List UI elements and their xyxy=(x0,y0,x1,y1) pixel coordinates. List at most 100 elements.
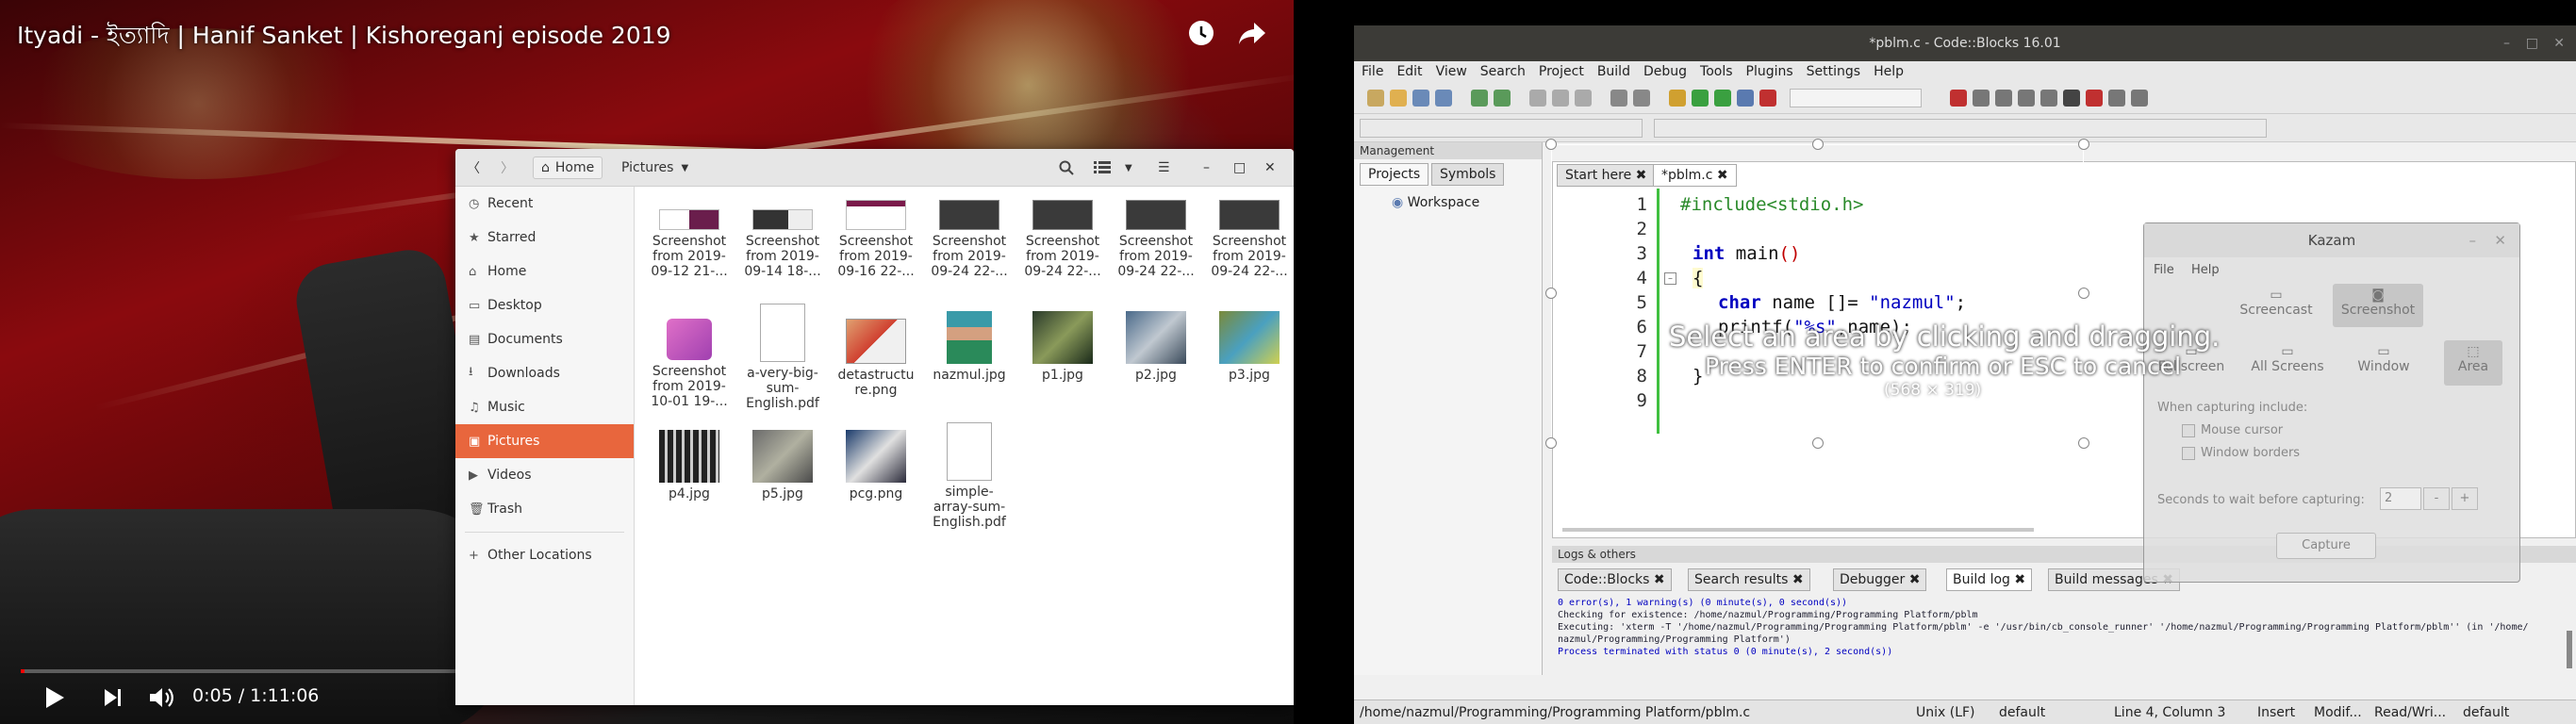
menu-help[interactable]: Help xyxy=(1874,64,1904,79)
debug-windows-icon[interactable] xyxy=(2108,90,2125,107)
sidebar-item-desktop[interactable]: ▭ Desktop xyxy=(455,288,634,322)
copy-icon[interactable] xyxy=(1552,90,1569,107)
file-item[interactable]: p5.jpg xyxy=(737,430,828,502)
find-icon[interactable] xyxy=(1610,90,1627,107)
vertical-scrollbar[interactable] xyxy=(2567,631,2572,668)
symbol-select[interactable] xyxy=(1654,119,2267,138)
play-icon[interactable] xyxy=(36,679,74,716)
tab-debugger[interactable]: Debugger ✖ xyxy=(1833,568,1927,591)
open-icon[interactable] xyxy=(1390,90,1407,107)
sidebar-item-videos[interactable]: ▶ Videos xyxy=(455,458,634,492)
new-file-icon[interactable] xyxy=(1367,90,1384,107)
tab-build-log[interactable]: Build log ✖ xyxy=(1946,568,2033,591)
close-icon[interactable]: ✖ xyxy=(1654,572,1665,587)
menu-plugins[interactable]: Plugins xyxy=(1746,64,1793,79)
undo-icon[interactable] xyxy=(1471,90,1488,107)
close-icon[interactable]: ✖ xyxy=(1909,572,1921,587)
file-item[interactable]: Screenshot from 2019- 10-01 19-... xyxy=(644,319,735,409)
tab-projects[interactable]: Projects xyxy=(1360,163,1429,186)
volume-icon[interactable] xyxy=(143,679,181,716)
sidebar-item-home[interactable]: ⌂ Home xyxy=(455,255,634,288)
save-icon[interactable] xyxy=(1412,90,1429,107)
tab-search-results[interactable]: Search results ✖ xyxy=(1688,568,1810,591)
decrement-button[interactable]: - xyxy=(2423,487,2450,510)
sidebar-item-recent[interactable]: ◷ Recent xyxy=(455,187,634,221)
cut-icon[interactable] xyxy=(1529,90,1546,107)
file-item[interactable]: p3.jpg xyxy=(1204,311,1294,383)
minimize-icon[interactable]: – xyxy=(2469,223,2477,257)
menu-view[interactable]: View xyxy=(1436,64,1467,79)
resize-handle[interactable] xyxy=(1545,139,1557,150)
file-item[interactable]: Screenshot from 2019- 09-14 18-... xyxy=(737,200,828,279)
maximize-icon[interactable]: □ xyxy=(1233,156,1246,179)
file-item[interactable]: a-very-big-sum- English.pdf xyxy=(737,304,828,411)
close-icon[interactable]: ✕ xyxy=(1264,156,1276,179)
increment-button[interactable]: + xyxy=(2452,487,2478,510)
selection-rectangle[interactable] xyxy=(1551,144,2084,443)
workspace-node[interactable]: ◉ Workspace xyxy=(1392,195,1479,210)
menu-project[interactable]: Project xyxy=(1539,64,1584,79)
next-instruction-icon[interactable] xyxy=(2040,90,2057,107)
resize-handle[interactable] xyxy=(1812,437,1824,449)
file-item[interactable]: pcg.png xyxy=(831,430,921,502)
save-all-icon[interactable] xyxy=(1435,90,1452,107)
share-icon[interactable] xyxy=(1233,14,1271,52)
back-button[interactable]: 〈 xyxy=(467,156,480,179)
menu-build[interactable]: Build xyxy=(1597,64,1630,79)
file-item[interactable]: nazmul.jpg xyxy=(924,311,1015,383)
video-title[interactable]: Ityadi - ইত্যাদি | Hanif Sanket | Kishor… xyxy=(17,17,671,58)
resize-handle[interactable] xyxy=(1545,288,1557,299)
file-item[interactable]: Screenshot from 2019- 09-16 22-... xyxy=(831,200,921,279)
stop-debug-icon[interactable] xyxy=(2086,90,2103,107)
sidebar-item-pictures[interactable]: ▣ Pictures xyxy=(455,424,634,458)
file-item[interactable]: Screenshot from 2019- 09-12 21-... xyxy=(644,200,735,279)
sidebar-item-documents[interactable]: ▤ Documents xyxy=(455,322,634,356)
file-item[interactable]: Screenshot from 2019- 09-24 22-... xyxy=(1204,200,1294,279)
resize-handle[interactable] xyxy=(2078,288,2089,299)
file-item[interactable]: Screenshot from 2019- 09-24 22-... xyxy=(924,200,1015,279)
menu-edit[interactable]: Edit xyxy=(1396,64,1422,79)
build-icon[interactable] xyxy=(1669,90,1686,107)
mouse-cursor-checkbox[interactable]: Mouse cursor xyxy=(2182,423,2283,437)
window-borders-checkbox[interactable]: Window borders xyxy=(2182,446,2300,460)
screencast-button[interactable]: ▭ Screencast xyxy=(2238,288,2314,318)
horizontal-scrollbar[interactable] xyxy=(1562,528,2034,532)
scope-select[interactable] xyxy=(1360,119,1643,138)
rebuild-icon[interactable] xyxy=(1737,90,1754,107)
minimize-icon[interactable]: – xyxy=(1203,156,1210,179)
resize-handle[interactable] xyxy=(1812,139,1824,150)
tab-codeblocks-log[interactable]: Code::Blocks ✖ xyxy=(1558,568,1672,591)
close-icon[interactable]: ✖ xyxy=(2014,572,2025,587)
sidebar-item-starred[interactable]: ★ Starred xyxy=(455,221,634,255)
pause-icon[interactable] xyxy=(2063,90,2080,107)
file-item[interactable]: p1.jpg xyxy=(1017,311,1108,383)
maximize-icon[interactable]: □ xyxy=(2526,25,2538,61)
sidebar-item-music[interactable]: ♫ Music xyxy=(455,390,634,424)
step-out-icon[interactable] xyxy=(2018,90,2035,107)
menu-search[interactable]: Search xyxy=(1480,64,1526,79)
resize-handle[interactable] xyxy=(1545,437,1557,449)
debug-icon[interactable] xyxy=(1950,90,1967,107)
file-item[interactable]: p4.jpg xyxy=(644,430,735,502)
resize-handle[interactable] xyxy=(2078,139,2089,150)
chevron-down-icon[interactable]: ▼ xyxy=(1125,156,1132,179)
kazam-dialog[interactable]: Kazam – ✕ File Help ▭ Screencast ◙ Screens… xyxy=(2143,222,2520,583)
run-icon[interactable] xyxy=(1692,90,1709,107)
path-pictures-button[interactable]: Pictures ▼ xyxy=(614,156,696,179)
file-item[interactable]: Screenshot from 2019- 09-24 22-... xyxy=(1017,200,1108,279)
redo-icon[interactable] xyxy=(1494,90,1511,107)
file-item[interactable]: Screenshot from 2019- 09-24 22-... xyxy=(1111,200,1201,279)
sidebar-item-trash[interactable]: 🗑 Trash xyxy=(455,492,634,526)
forward-button[interactable]: 〉 xyxy=(501,156,514,179)
view-list-icon[interactable] xyxy=(1094,156,1111,179)
menu-debug[interactable]: Debug xyxy=(1643,64,1687,79)
all-screens-button[interactable]: ▭ All Screens xyxy=(2244,344,2331,374)
build-run-icon[interactable] xyxy=(1714,90,1731,107)
next-icon[interactable] xyxy=(94,679,132,716)
screenshot-button[interactable]: ◙ Screenshot xyxy=(2333,284,2423,327)
menu-tools[interactable]: Tools xyxy=(1700,64,1733,79)
step-icon[interactable] xyxy=(1973,90,1990,107)
paste-icon[interactable] xyxy=(1575,90,1592,107)
close-icon[interactable]: ✕ xyxy=(2553,25,2565,61)
abort-icon[interactable] xyxy=(1759,90,1776,107)
